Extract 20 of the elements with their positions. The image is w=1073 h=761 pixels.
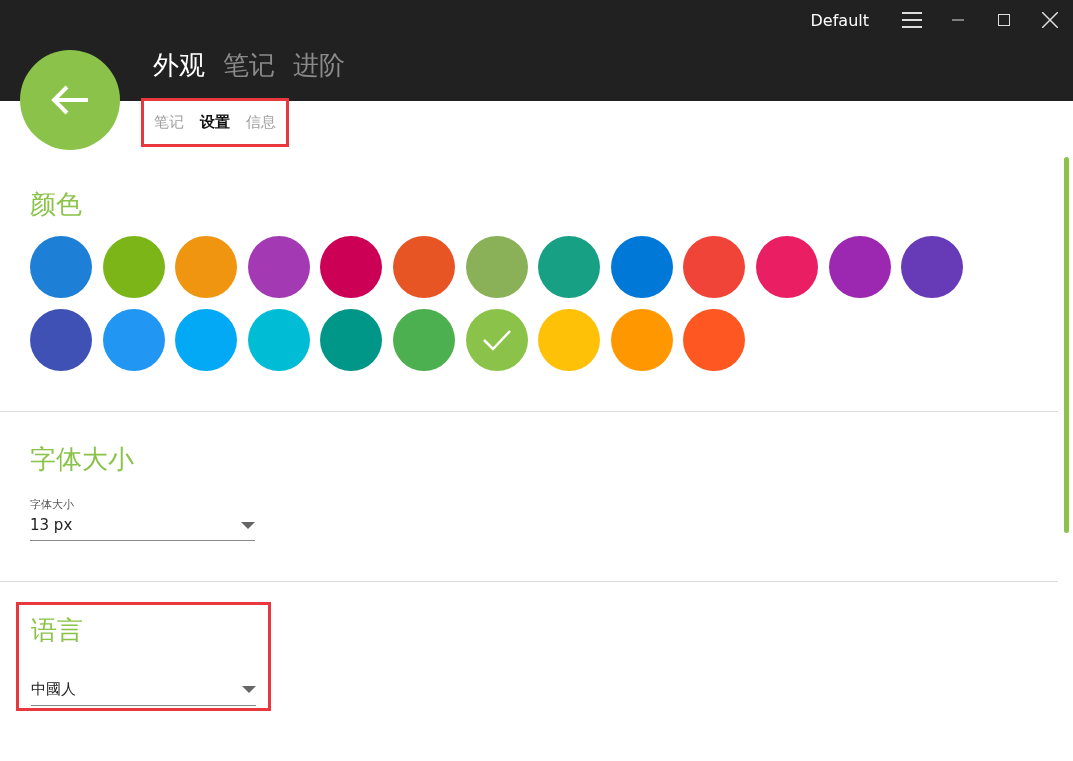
check-icon bbox=[481, 329, 512, 351]
sub-tab[interactable]: 设置 bbox=[200, 113, 230, 132]
close-icon bbox=[1042, 12, 1058, 28]
tab[interactable]: 外观 bbox=[153, 48, 205, 83]
font-size-dropdown[interactable]: 13 px bbox=[30, 512, 255, 541]
section-heading: 颜色 bbox=[30, 188, 83, 221]
maximize-icon bbox=[998, 14, 1010, 26]
minimize-icon bbox=[952, 19, 964, 21]
section-heading: 语言 bbox=[31, 614, 84, 647]
language-dropdown[interactable]: 中國人 bbox=[31, 676, 256, 706]
tab[interactable]: 笔记 bbox=[223, 48, 275, 83]
tab[interactable]: 进阶 bbox=[293, 48, 345, 83]
scrollbar[interactable] bbox=[1064, 157, 1069, 533]
section-heading: 字体大小 bbox=[30, 443, 135, 476]
caret-icon bbox=[242, 686, 256, 693]
menu-icon bbox=[902, 12, 922, 28]
window-title: Default bbox=[810, 10, 869, 30]
back-arrow-icon bbox=[50, 85, 90, 115]
field-label: 字体大小 bbox=[30, 497, 75, 512]
caret-icon bbox=[241, 521, 255, 529]
